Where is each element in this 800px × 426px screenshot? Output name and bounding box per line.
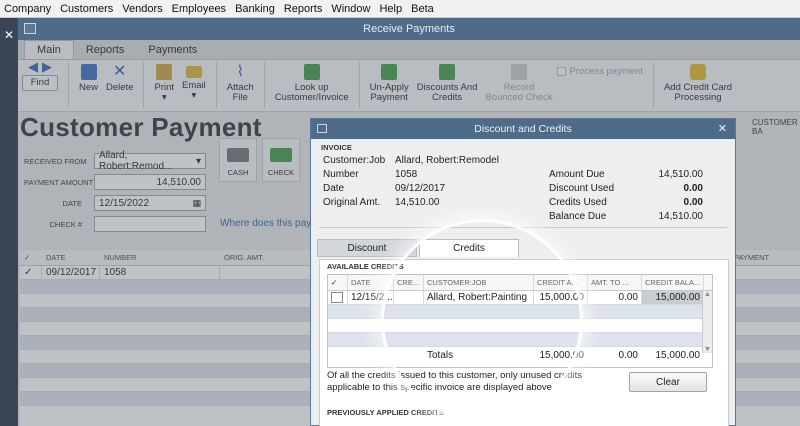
credits-scrollbar[interactable]: ▲ ▼ xyxy=(702,291,712,353)
table-row xyxy=(328,305,712,319)
dialog-titlebar: Discount and Credits ✕ xyxy=(311,119,735,139)
menu-bar: Company Customers Vendors Employees Bank… xyxy=(0,0,800,18)
menu-company[interactable]: Company xyxy=(4,3,51,15)
row-amount-to-use[interactable]: 0.00 xyxy=(588,291,642,304)
available-credits-header: AVAILABLE CREDITS xyxy=(327,262,404,271)
row-date: 12/15/2... xyxy=(348,291,394,304)
menu-vendors[interactable]: Vendors xyxy=(122,3,162,15)
column-credit-amount[interactable]: CREDIT A... xyxy=(534,275,588,290)
date-label: Date xyxy=(323,183,345,194)
credits-grid-header: ✓ DATE CRE... CUSTOMER:JOB CREDIT A... A… xyxy=(328,275,712,291)
table-row[interactable]: 12/15/2... Allard, Robert:Painting 15,00… xyxy=(328,291,712,305)
column-customer-job[interactable]: CUSTOMER:JOB xyxy=(424,275,534,290)
menu-banking[interactable]: Banking xyxy=(235,3,275,15)
number-label: Number xyxy=(323,169,359,180)
discount-credits-dialog: Discount and Credits ✕ INVOICE Customer:… xyxy=(310,118,736,426)
balance-due-value: 14,510.00 xyxy=(658,211,704,222)
row-credit-number xyxy=(394,291,424,304)
menu-window[interactable]: Window xyxy=(331,3,370,15)
credits-used-value: 0.00 xyxy=(683,197,703,208)
row-credit-balance: 15,000.00 xyxy=(642,291,704,304)
credits-used-label: Credits Used xyxy=(549,197,607,208)
number-value: 1058 xyxy=(395,169,418,180)
customer-job-value: Allard, Robert:Remodel xyxy=(395,155,499,166)
credits-totals-row: Totals 15,000.00 0.00 15,000.00 xyxy=(327,348,713,362)
menu-beta[interactable]: Beta xyxy=(411,3,434,15)
close-icon[interactable]: ✕ xyxy=(718,122,727,135)
amount-due-label: Amount Due xyxy=(549,169,605,180)
window-titlebar: Receive Payments xyxy=(18,18,800,40)
tab-credits[interactable]: Credits xyxy=(419,239,519,257)
tab-discount[interactable]: Discount xyxy=(317,239,417,257)
orig-amt-label: Original Amt. xyxy=(323,197,381,208)
menu-customers[interactable]: Customers xyxy=(60,3,113,15)
dialog-title: Discount and Credits xyxy=(474,123,572,135)
column-date[interactable]: DATE xyxy=(348,275,394,290)
amount-due-value: 14,510.00 xyxy=(658,169,704,180)
totals-credit-amount: 15,000.00 xyxy=(539,349,585,361)
dialog-menu-icon[interactable] xyxy=(317,124,327,133)
left-icon-bar: ✕ xyxy=(0,18,18,426)
balance-due-label: Balance Due xyxy=(549,211,607,222)
previously-applied-credits-header: PREVIOUSLY APPLIED CREDITS xyxy=(327,408,444,417)
row-checkbox[interactable] xyxy=(328,291,348,304)
column-amount-to-use[interactable]: AMT. TO ... xyxy=(588,275,642,290)
table-row xyxy=(328,333,712,347)
row-credit-amount: 15,000.00 xyxy=(534,291,588,304)
close-icon[interactable]: ✕ xyxy=(4,28,14,42)
discount-used-label: Discount Used xyxy=(549,183,615,194)
date-value: 09/12/2017 xyxy=(395,183,446,194)
row-customer-job: Allard, Robert:Painting xyxy=(424,291,534,304)
menu-help[interactable]: Help xyxy=(379,3,402,15)
checkbox-icon xyxy=(331,292,343,303)
column-check[interactable]: ✓ xyxy=(328,275,348,290)
customer-job-label: Customer:Job xyxy=(323,155,386,166)
section-divider xyxy=(319,227,727,228)
window-menu-icon[interactable] xyxy=(24,23,36,34)
column-credit-number[interactable]: CRE... xyxy=(394,275,424,290)
totals-amount-to-use: 0.00 xyxy=(618,349,638,361)
orig-amt-value: 14,510.00 xyxy=(395,197,440,208)
menu-employees[interactable]: Employees xyxy=(172,3,226,15)
table-row xyxy=(328,319,712,333)
clear-button[interactable]: Clear xyxy=(629,372,707,392)
menu-reports[interactable]: Reports xyxy=(284,3,323,15)
discount-used-value: 0.00 xyxy=(683,183,703,194)
invoice-section-header: INVOICE xyxy=(321,143,352,152)
scroll-up-icon[interactable]: ▲ xyxy=(704,291,711,298)
credits-note: Of all the credits issued to this custom… xyxy=(327,370,583,393)
totals-label: Totals xyxy=(427,349,454,361)
window-title: Receive Payments xyxy=(363,23,455,35)
totals-credit-balance: 15,000.00 xyxy=(655,349,701,361)
column-credit-balance[interactable]: CREDIT BALA... xyxy=(642,275,704,290)
